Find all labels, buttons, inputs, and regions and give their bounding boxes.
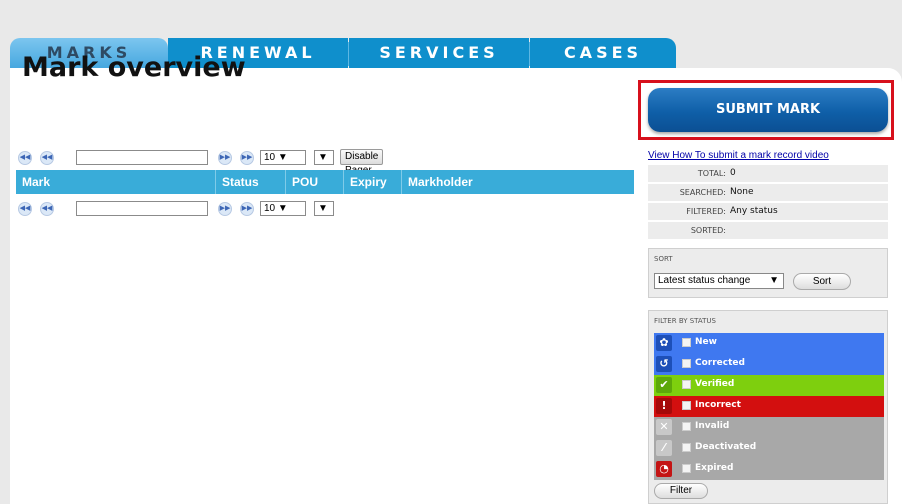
filter-title: FILTER BY STATUS: [654, 317, 716, 325]
refresh-icon: ↺: [656, 356, 672, 372]
filter-item-incorrect[interactable]: ! Incorrect: [654, 396, 884, 417]
first-page-icon[interactable]: ◀◀: [18, 151, 32, 165]
filter-item-verified[interactable]: ✔ Verified: [654, 375, 884, 396]
how-to-video-link[interactable]: View How To submit a mark record video: [648, 150, 829, 161]
page-size-select[interactable]: 10 ▼: [260, 201, 306, 216]
stat-filtered: FILTERED: Any status: [648, 203, 888, 220]
first-page-icon[interactable]: ◀◀: [18, 202, 32, 216]
gear-icon: ✿: [656, 335, 672, 351]
filter-item-new[interactable]: ✿ New: [654, 333, 884, 354]
table-header: Mark Status POU Expiry Markholder: [16, 170, 634, 194]
filter-label: Expired: [695, 463, 734, 473]
filter-checkbox[interactable]: [682, 422, 691, 431]
chevron-down-icon: ▼: [769, 275, 779, 286]
pager-extra-select[interactable]: ▼: [314, 201, 334, 216]
column-header-markholder[interactable]: Markholder: [402, 170, 634, 194]
filter-label: New: [695, 337, 717, 347]
checkmark-icon: ✔: [656, 377, 672, 393]
last-page-icon[interactable]: ▶▶: [240, 151, 254, 165]
sort-select[interactable]: Latest status change ▼: [654, 273, 784, 289]
page-input[interactable]: [76, 201, 208, 216]
stat-sorted: SORTED:: [648, 222, 888, 239]
column-header-status[interactable]: Status: [216, 170, 286, 194]
sort-title: SORT: [654, 255, 673, 263]
stat-label: FILTERED:: [686, 207, 726, 216]
column-header-pou[interactable]: POU: [286, 170, 344, 194]
disable-pager-button[interactable]: Disable Pager: [340, 149, 384, 176]
previous-page-icon[interactable]: ◀◀: [40, 151, 54, 165]
submit-mark-button[interactable]: SUBMIT MARK: [648, 88, 888, 132]
filter-item-invalid[interactable]: ✕ Invalid: [654, 417, 884, 438]
stat-label: SEARCHED:: [679, 188, 726, 197]
stat-value: 0: [730, 168, 736, 178]
next-page-icon[interactable]: ▶▶: [218, 151, 232, 165]
tab-cases[interactable]: CASES: [530, 38, 676, 70]
page-input[interactable]: [76, 150, 208, 165]
filter-checkbox[interactable]: [682, 443, 691, 452]
filter-label: Verified: [695, 379, 735, 389]
stat-label: SORTED:: [690, 226, 726, 235]
page-title: Mark overview: [22, 52, 246, 83]
cross-icon: ✕: [656, 419, 672, 435]
stat-label: TOTAL:: [697, 169, 726, 178]
column-header-expiry[interactable]: Expiry: [344, 170, 402, 194]
filter-checkbox[interactable]: [682, 380, 691, 389]
filter-label: Invalid: [695, 421, 730, 431]
filter-checkbox[interactable]: [682, 359, 691, 368]
warning-icon: !: [656, 398, 672, 414]
clock-icon: ◔: [656, 461, 672, 477]
previous-page-icon[interactable]: ◀◀: [40, 202, 54, 216]
stat-value: Any status: [730, 206, 778, 216]
filter-button[interactable]: Filter: [654, 483, 708, 499]
pager-extra-select[interactable]: ▼: [314, 150, 334, 165]
filter-label: Deactivated: [695, 442, 757, 452]
column-header-mark[interactable]: Mark: [16, 170, 216, 194]
stat-searched: SEARCHED: None: [648, 184, 888, 201]
filter-label: Incorrect: [695, 400, 741, 410]
sort-panel: SORT Latest status change ▼ Sort: [648, 248, 888, 298]
filter-panel: FILTER BY STATUS ✿ New ↺ Corrected ✔ Verified…: [648, 310, 888, 504]
last-page-icon[interactable]: ▶▶: [240, 202, 254, 216]
filter-item-expired[interactable]: ◔ Expired: [654, 459, 884, 480]
filter-item-deactivated[interactable]: ⁄ Deactivated: [654, 438, 884, 459]
sort-button[interactable]: Sort: [793, 273, 851, 290]
stat-value: None: [730, 187, 754, 197]
next-page-icon[interactable]: ▶▶: [218, 202, 232, 216]
tab-services[interactable]: SERVICES: [349, 38, 529, 70]
sort-selected-value: Latest status change: [658, 275, 751, 286]
filter-label: Corrected: [695, 358, 745, 368]
stat-total: TOTAL: 0: [648, 165, 888, 182]
slash-icon: ⁄: [656, 440, 672, 456]
filter-checkbox[interactable]: [682, 401, 691, 410]
filter-item-corrected[interactable]: ↺ Corrected: [654, 354, 884, 375]
filter-checkbox[interactable]: [682, 338, 691, 347]
filter-checkbox[interactable]: [682, 464, 691, 473]
page-size-select[interactable]: 10 ▼: [260, 150, 306, 165]
